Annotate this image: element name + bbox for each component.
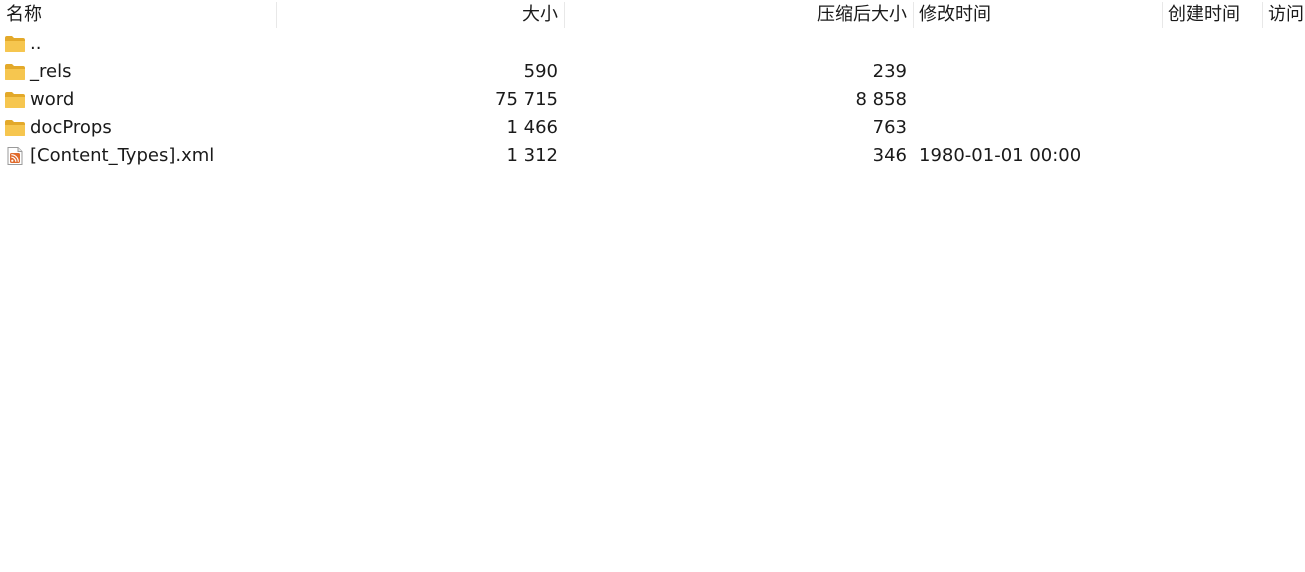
file-created <box>1162 114 1262 142</box>
file-accessed <box>1262 30 1305 58</box>
file-packed-size: 239 <box>872 61 907 82</box>
column-header-modified[interactable]: 修改时间 <box>913 0 1162 30</box>
file-row[interactable]: _rels 590 239 <box>0 58 1305 86</box>
file-created <box>1162 86 1262 114</box>
file-name: [Content_Types].xml <box>30 145 215 166</box>
file-name: word <box>30 89 75 110</box>
column-header-created[interactable]: 创建时间 <box>1162 0 1262 30</box>
file-size: 1 312 <box>506 145 558 166</box>
file-name: _rels <box>30 61 72 82</box>
file-packed-size <box>564 30 913 58</box>
column-header-accessed[interactable]: 访问 <box>1262 0 1305 30</box>
file-packed-size: 8 858 <box>855 89 907 110</box>
file-size: 1 466 <box>506 117 558 138</box>
file-modified <box>913 114 1162 142</box>
file-name: docProps <box>30 117 112 138</box>
column-header-size[interactable]: 大小 <box>276 0 564 30</box>
empty-list-area[interactable] <box>0 170 1305 572</box>
file-modified <box>913 58 1162 86</box>
file-packed-size: 763 <box>872 117 907 138</box>
file-accessed <box>1262 142 1305 170</box>
file-size: 590 <box>523 61 558 82</box>
file-modified: 1980-01-01 00:00 <box>919 145 1082 166</box>
file-name: .. <box>30 33 42 54</box>
file-row[interactable]: docProps 1 466 763 <box>0 114 1305 142</box>
file-accessed <box>1262 86 1305 114</box>
file-size: 75 715 <box>495 89 558 110</box>
file-created <box>1162 142 1262 170</box>
file-row-parent[interactable]: .. <box>0 30 1305 58</box>
file-list-view[interactable]: 名称 大小 压缩后大小 修改时间 创建时间 访问 .. _rels 590 23… <box>0 0 1305 572</box>
file-rows: .. _rels 590 239 word 75 715 8 858 docPr… <box>0 30 1305 170</box>
file-modified <box>913 86 1162 114</box>
file-created <box>1162 30 1262 58</box>
file-packed-size: 346 <box>872 145 907 166</box>
file-created <box>1162 58 1262 86</box>
file-row[interactable]: [Content_Types].xml 1 312 346 1980-01-01… <box>0 142 1305 170</box>
file-accessed <box>1262 58 1305 86</box>
file-modified <box>913 30 1162 58</box>
column-header-packed-size[interactable]: 压缩后大小 <box>564 0 913 30</box>
column-header-name[interactable]: 名称 <box>0 0 276 30</box>
file-row[interactable]: word 75 715 8 858 <box>0 86 1305 114</box>
column-header-bar: 名称 大小 压缩后大小 修改时间 创建时间 访问 <box>0 0 1305 30</box>
file-accessed <box>1262 114 1305 142</box>
file-size <box>276 30 564 58</box>
